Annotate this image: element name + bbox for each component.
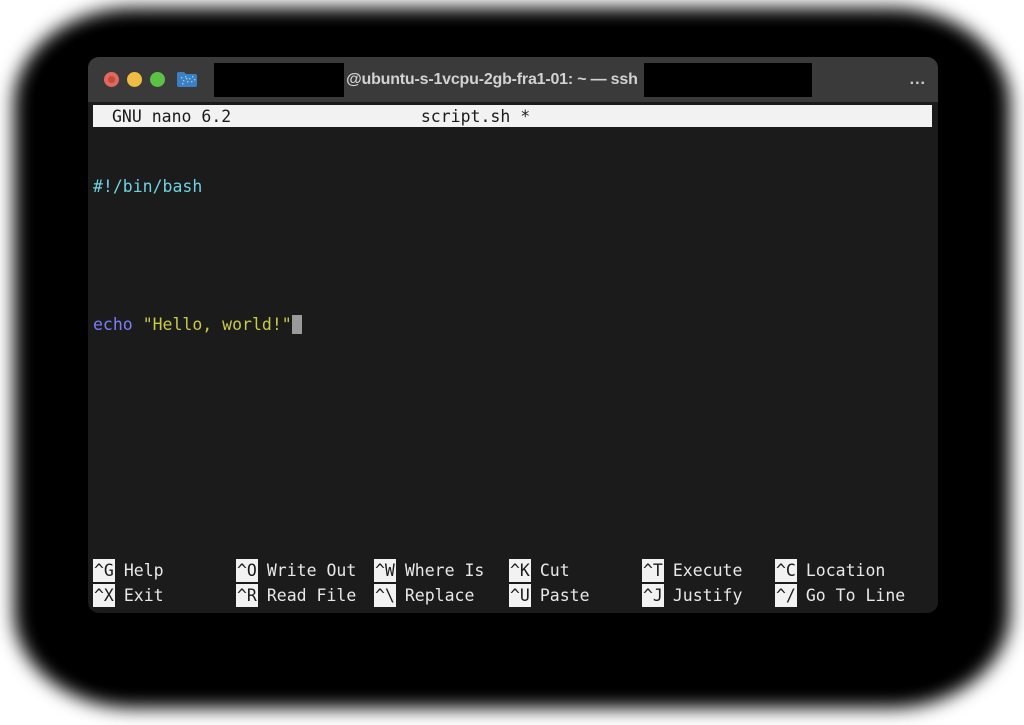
- shortcut-label: Cut: [539, 561, 570, 580]
- echo-keyword-token: echo: [93, 315, 133, 334]
- string-literal-token: "Hello, world!": [142, 315, 292, 334]
- shortcut-label: Go To Line: [805, 586, 906, 605]
- text-cursor: [291, 315, 302, 334]
- shortcut-label: Location: [805, 561, 886, 580]
- terminal-window: @ubuntu-s-1vcpu-2gb-fra1-01: ~ — ssh ...…: [88, 57, 938, 613]
- minimize-button[interactable]: [127, 72, 142, 87]
- shortcut-location[interactable]: ^C Location: [775, 558, 925, 583]
- shortcut-label: Paste: [539, 586, 590, 605]
- nano-editor-area[interactable]: #!/bin/bash echo "Hello, world!": [93, 129, 933, 549]
- folder-icon[interactable]: [176, 71, 198, 89]
- shortcut-label: Help: [123, 561, 164, 580]
- shortcut-key-badge: ^J: [642, 584, 664, 607]
- traffic-lights: [104, 72, 165, 87]
- shortcut-key-badge: ^K: [509, 559, 531, 582]
- shortcut-key-badge: ^T: [642, 559, 664, 582]
- shortcut-key-badge: ^X: [93, 584, 115, 607]
- shortcut-where-is[interactable]: ^W Where Is: [374, 558, 509, 583]
- shortcut-label: Execute: [672, 561, 743, 580]
- shortcut-write-out[interactable]: ^O Write Out: [236, 558, 374, 583]
- shortcut-key-badge: ^W: [374, 559, 396, 582]
- screenshot-root: @ubuntu-s-1vcpu-2gb-fra1-01: ~ — ssh ...…: [0, 0, 1024, 725]
- redacted-command: [643, 62, 812, 97]
- shortcut-key-badge: ^R: [236, 584, 258, 607]
- shortcut-column-3: ^W Where Is ^\ Replace: [374, 558, 509, 608]
- shortcut-label: Read File: [266, 586, 357, 605]
- shortcut-key-badge: ^C: [775, 559, 797, 582]
- shortcut-column-2: ^O Write Out ^R Read File: [236, 558, 374, 608]
- maximize-button[interactable]: [150, 72, 165, 87]
- code-line-1: #!/bin/bash: [93, 175, 933, 198]
- shortcut-label: Exit: [123, 586, 164, 605]
- window-titlebar[interactable]: @ubuntu-s-1vcpu-2gb-fra1-01: ~ — ssh ...: [88, 57, 938, 102]
- shortcut-read-file[interactable]: ^R Read File: [236, 583, 374, 608]
- shortcut-cut[interactable]: ^K Cut: [509, 558, 642, 583]
- close-button[interactable]: [104, 72, 119, 87]
- shortcut-go-to-line[interactable]: ^/ Go To Line: [775, 583, 925, 608]
- shortcut-key-badge: ^O: [236, 559, 258, 582]
- shortcut-key-badge: ^G: [93, 559, 115, 582]
- shebang-token: #!/bin/bash: [93, 177, 203, 196]
- shortcut-label: Where Is: [404, 561, 485, 580]
- shortcut-exit[interactable]: ^X Exit: [93, 583, 236, 608]
- shortcut-help[interactable]: ^G Help: [93, 558, 236, 583]
- shortcut-justify[interactable]: ^J Justify: [642, 583, 775, 608]
- nano-filename-label: script.sh *: [420, 106, 531, 126]
- nano-header-bar: GNU nano 6.2 script.sh *: [93, 105, 932, 127]
- shortcut-paste[interactable]: ^U Paste: [509, 583, 642, 608]
- terminal-body[interactable]: GNU nano 6.2 script.sh * #!/bin/bash ech…: [88, 102, 938, 613]
- shortcut-column-4: ^K Cut ^U Paste: [509, 558, 642, 608]
- shortcut-execute[interactable]: ^T Execute: [642, 558, 775, 583]
- shortcut-label: Justify: [672, 586, 743, 605]
- shortcut-key-badge: ^/: [775, 584, 797, 607]
- nano-shortcut-bar: ^G Help ^X Exit ^O Write Out ^R Read Fil…: [93, 558, 933, 608]
- redacted-username: [214, 62, 345, 97]
- window-title: @ubuntu-s-1vcpu-2gb-fra1-01: ~ — ssh: [88, 57, 938, 102]
- shortcut-key-badge: ^U: [509, 584, 531, 607]
- shortcut-column-6: ^C Location ^/ Go To Line: [775, 558, 925, 608]
- shortcut-key-badge: ^\: [374, 584, 396, 607]
- window-title-text: @ubuntu-s-1vcpu-2gb-fra1-01: ~ — ssh: [346, 70, 642, 88]
- title-overflow-ellipsis: ...: [909, 70, 926, 88]
- shortcut-column-1: ^G Help ^X Exit: [93, 558, 236, 608]
- code-line-3: echo "Hello, world!": [93, 313, 933, 336]
- shortcut-replace[interactable]: ^\ Replace: [374, 583, 509, 608]
- shortcut-label: Replace: [404, 586, 475, 605]
- shortcut-label: Write Out: [266, 561, 357, 580]
- shortcut-column-5: ^T Execute ^J Justify: [642, 558, 775, 608]
